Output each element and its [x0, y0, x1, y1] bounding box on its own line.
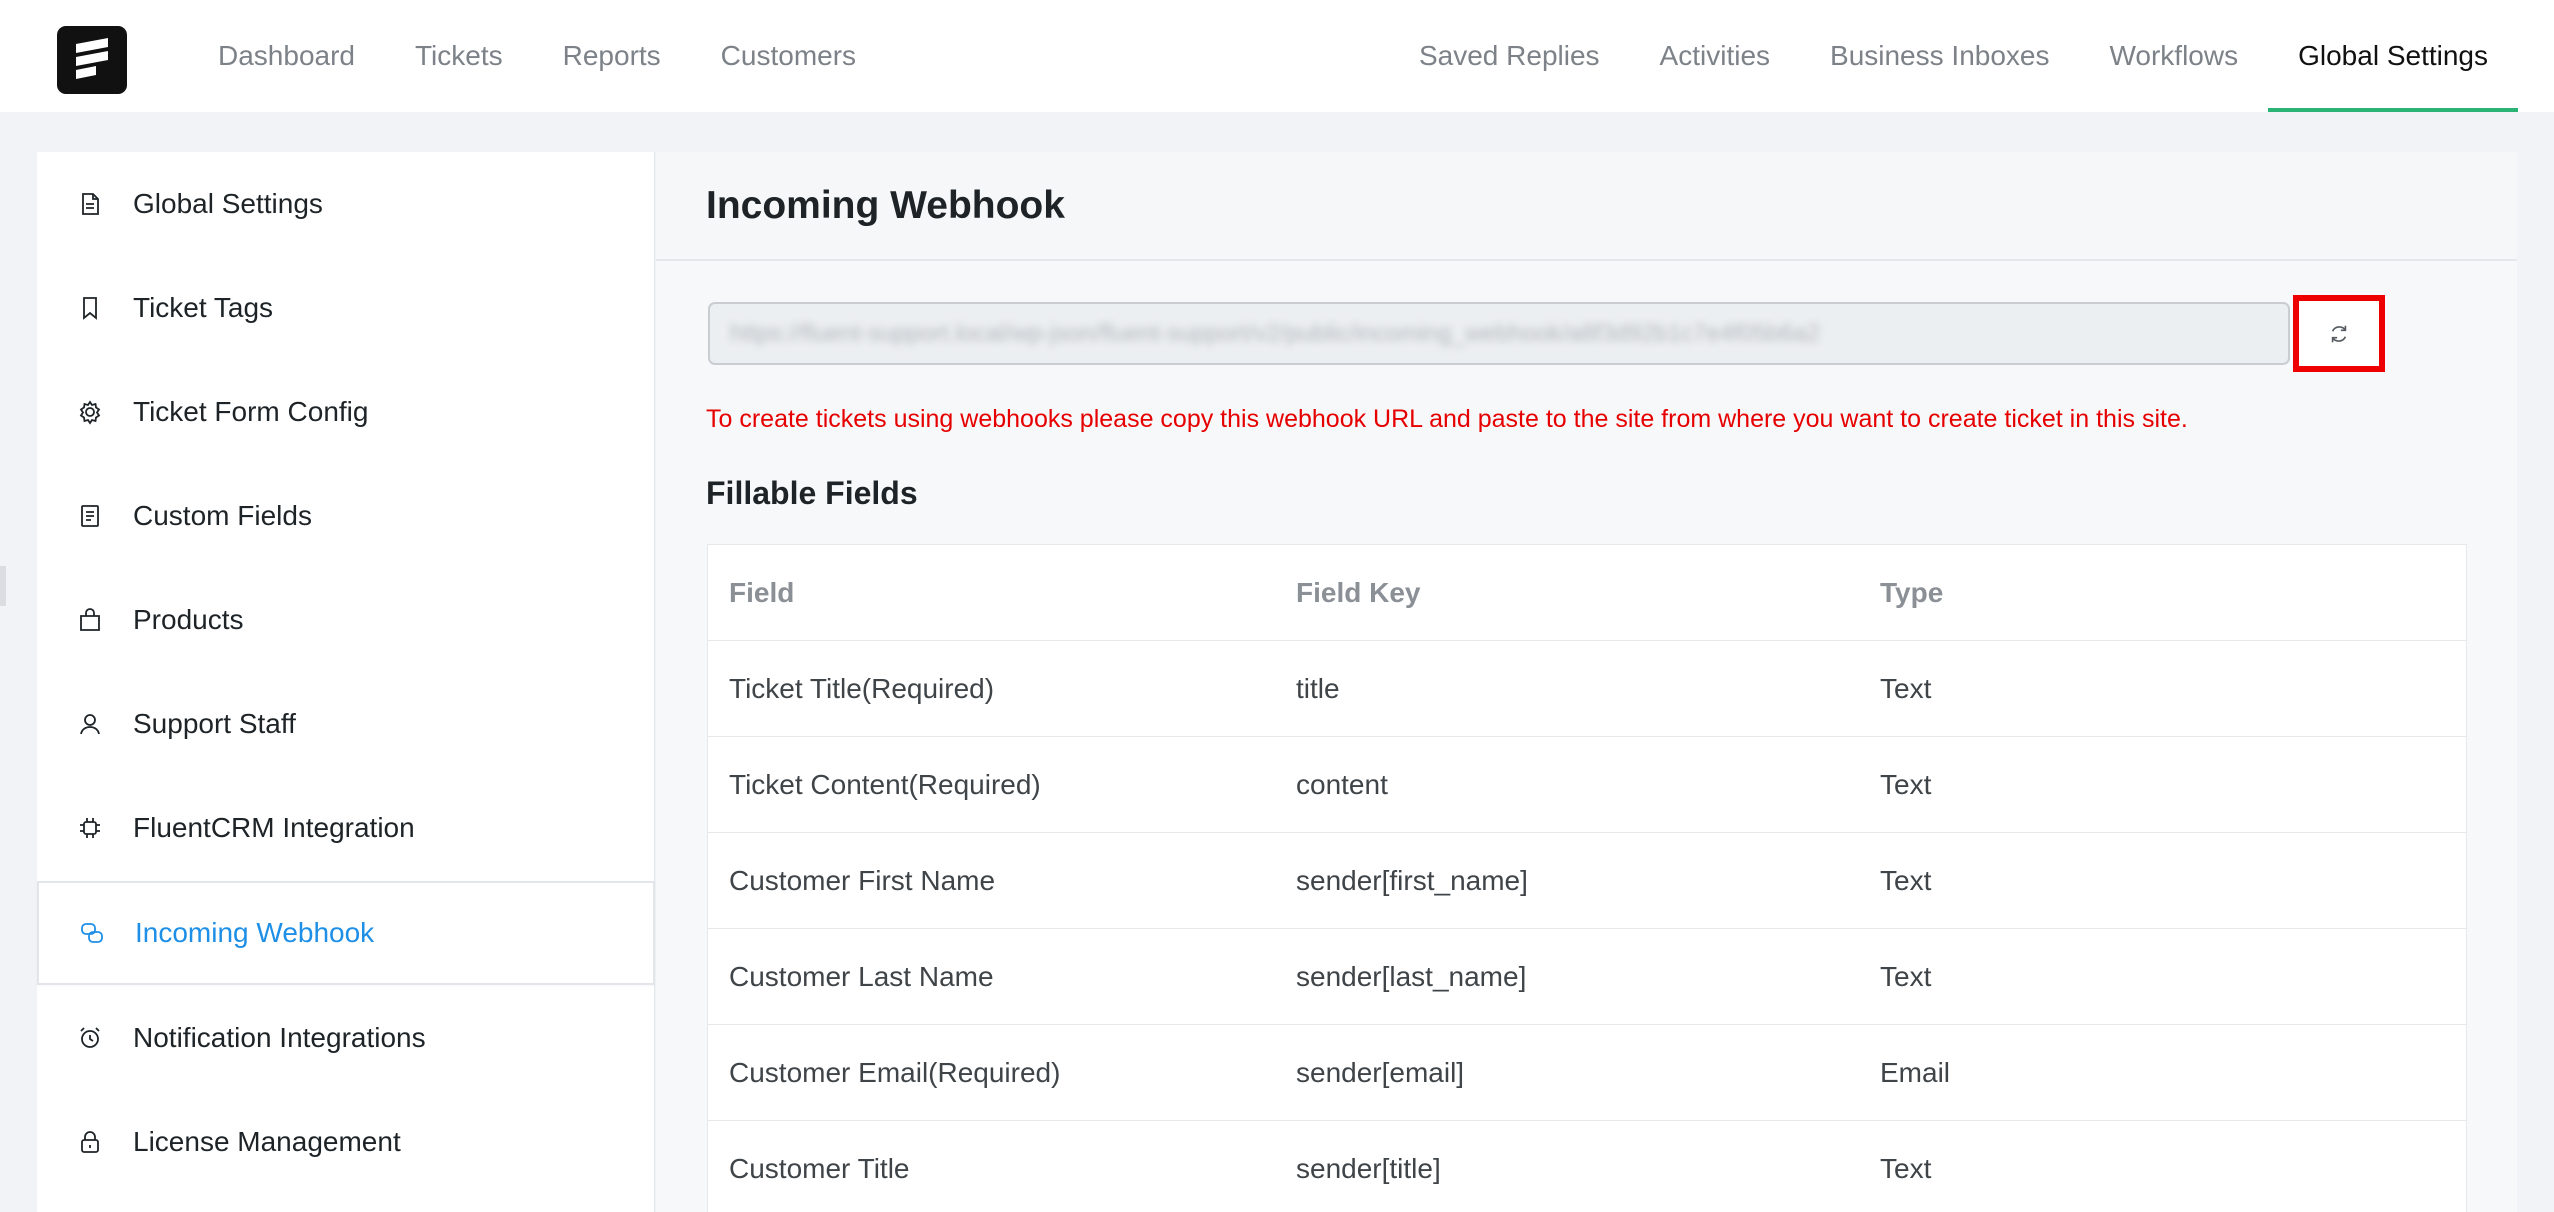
cell-field: Customer Last Name	[729, 960, 994, 992]
sidebar-item-label: Ticket Tags	[133, 292, 274, 323]
refresh-icon	[2331, 325, 2347, 342]
sidebar-item-ticket-form-config[interactable]: Ticket Form Config	[37, 360, 655, 464]
shopping-bag-icon	[77, 607, 103, 633]
cell-field-key: sender[email]	[1296, 1056, 1465, 1088]
secondary-nav: Saved Replies Activities Business Inboxe…	[1389, 0, 2518, 112]
alarm-clock-icon	[77, 1025, 103, 1051]
cell-field: Ticket Content(Required)	[729, 768, 1041, 800]
sidebar-item-fluentcrm-integration[interactable]: FluentCRM Integration	[37, 776, 655, 880]
sidebar-item-support-staff[interactable]: Support Staff	[37, 672, 655, 776]
table-row: Customer First Name sender[first_name] T…	[708, 833, 2466, 929]
fillable-fields-title: Fillable Fields	[706, 475, 918, 511]
settings-content-panel: Incoming Webhook https://fluent-support.…	[656, 152, 2517, 1212]
nav-global-settings[interactable]: Global Settings	[2268, 0, 2518, 112]
nav-customers[interactable]: Customers	[691, 0, 886, 112]
sidebar-item-global-settings[interactable]: Global Settings	[37, 152, 655, 256]
fillable-fields-table: Field Field Key Type Ticket Title(Requir…	[707, 544, 2467, 1212]
bookmark-icon	[77, 295, 103, 321]
logo-icon	[76, 38, 108, 79]
sidebar-item-label: Custom Fields	[133, 500, 312, 531]
webhook-url-value: https://fluent-support.local/wp-json/flu…	[730, 319, 1821, 347]
user-icon	[77, 711, 103, 737]
primary-nav: Dashboard Tickets Reports Customers	[188, 0, 886, 112]
nav-dashboard[interactable]: Dashboard	[188, 0, 385, 112]
sidebar-item-custom-fields[interactable]: Custom Fields	[37, 464, 655, 568]
webhook-url-field[interactable]: https://fluent-support.local/wp-json/flu…	[708, 302, 2290, 365]
cell-type: Text	[1880, 768, 1932, 800]
sidebar-item-label: Incoming Webhook	[135, 917, 375, 948]
sidebar-item-license-management[interactable]: License Management	[37, 1090, 655, 1194]
nav-business-inboxes[interactable]: Business Inboxes	[1800, 0, 2079, 112]
cell-field-key: sender[last_name]	[1296, 960, 1527, 992]
lock-icon	[77, 1129, 103, 1155]
sidebar-item-ticket-tags[interactable]: Ticket Tags	[37, 256, 655, 360]
sidebar-item-label: Global Settings	[133, 188, 323, 219]
table-row: Ticket Title(Required) title Text	[708, 641, 2466, 737]
cell-field-key: content	[1296, 768, 1388, 800]
cell-type: Text	[1880, 960, 1932, 992]
nav-saved-replies[interactable]: Saved Replies	[1389, 0, 1630, 112]
panel-header: Incoming Webhook	[656, 152, 2517, 261]
sidebar-item-label: Ticket Form Config	[133, 396, 369, 427]
collapsed-admin-menu-edge	[0, 566, 6, 606]
table-header-row: Field Field Key Type	[708, 545, 2466, 641]
cell-type: Text	[1880, 1152, 1932, 1184]
cell-field: Customer Email(Required)	[729, 1056, 1061, 1088]
gear-icon	[77, 399, 103, 425]
sidebar-item-label: Products	[133, 604, 244, 635]
page-title: Incoming Webhook	[706, 184, 1065, 227]
column-header-field: Field	[729, 576, 795, 608]
table-row: Ticket Content(Required) content Text	[708, 737, 2466, 833]
webhook-hint-text: To create tickets using webhooks please …	[706, 405, 2188, 433]
sidebar-item-products[interactable]: Products	[37, 568, 655, 672]
nav-tickets[interactable]: Tickets	[385, 0, 533, 112]
column-header-type: Type	[1880, 576, 1944, 608]
regenerate-webhook-button[interactable]	[2293, 295, 2385, 372]
cell-field: Customer First Name	[729, 864, 996, 896]
cell-field-key: sender[title]	[1296, 1152, 1441, 1184]
sidebar-item-incoming-webhook[interactable]: Incoming Webhook	[37, 881, 655, 985]
webhook-icon	[79, 920, 105, 946]
document-icon	[77, 191, 103, 217]
top-navigation: Dashboard Tickets Reports Customers Save…	[0, 0, 2554, 112]
table-row: Customer Email(Required) sender[email] E…	[708, 1025, 2466, 1121]
cell-type: Text	[1880, 672, 1932, 704]
sidebar-item-label: Support Staff	[133, 708, 296, 739]
sidebar-item-notification-integrations[interactable]: Notification Integrations	[37, 986, 655, 1090]
sidebar-item-label: License Management	[133, 1126, 401, 1157]
cell-type: Email	[1880, 1056, 1951, 1088]
sidebar-item-label: Notification Integrations	[133, 1022, 426, 1053]
list-document-icon	[77, 503, 103, 529]
cell-field: Ticket Title(Required)	[729, 672, 995, 704]
fluent-support-logo[interactable]	[57, 26, 127, 94]
cell-field-key: title	[1296, 672, 1340, 704]
sidebar-item-label: FluentCRM Integration	[133, 812, 415, 843]
table-row: Customer Last Name sender[last_name] Tex…	[708, 929, 2466, 1025]
nav-activities[interactable]: Activities	[1630, 0, 1800, 112]
cell-field-key: sender[first_name]	[1296, 864, 1528, 896]
cell-field: Customer Title	[729, 1152, 910, 1184]
nav-reports[interactable]: Reports	[533, 0, 691, 112]
settings-sidebar: Global Settings Ticket Tags Ticket Form …	[37, 152, 655, 1212]
table-row: Customer Title sender[title] Text	[708, 1121, 2466, 1212]
cell-type: Text	[1880, 864, 1932, 896]
chip-icon	[77, 815, 103, 841]
nav-workflows[interactable]: Workflows	[2079, 0, 2268, 112]
column-header-field-key: Field Key	[1296, 576, 1421, 608]
